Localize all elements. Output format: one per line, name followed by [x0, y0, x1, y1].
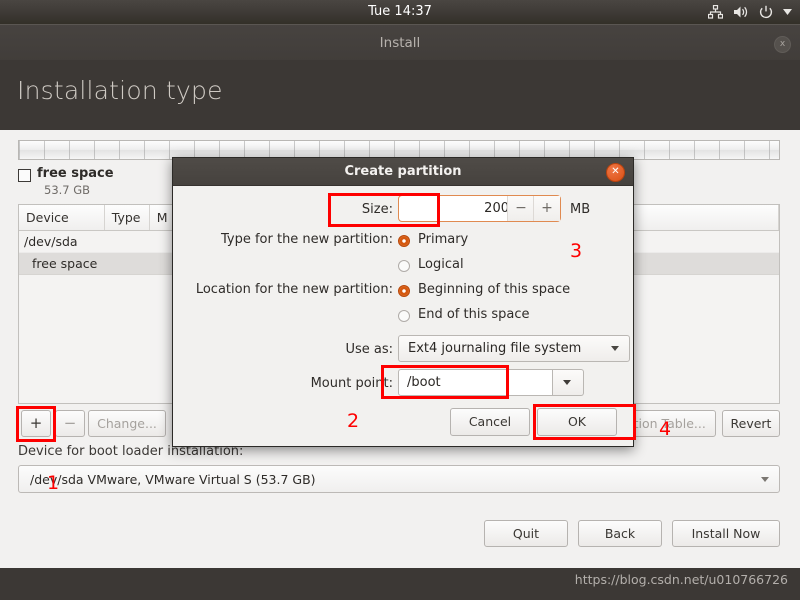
use-as-select[interactable]: Ext4 journaling file system [398, 335, 630, 362]
radio-primary-label: Primary [418, 232, 469, 247]
network-icon[interactable] [708, 5, 723, 19]
size-input[interactable]: 200 [405, 196, 509, 221]
radio-indicator [398, 235, 410, 247]
system-panel: Tue 14:37 [0, 0, 800, 24]
radio-logical-label: Logical [418, 257, 464, 272]
mount-point-input[interactable]: /boot [398, 369, 553, 396]
close-icon[interactable]: x [774, 36, 791, 53]
mount-point-value: /boot [407, 375, 441, 390]
chevron-down-icon [761, 477, 769, 482]
cancel-button[interactable]: Cancel [450, 408, 530, 436]
panel-clock[interactable]: Tue 14:37 [0, 0, 800, 24]
dialog-title: Create partition [344, 164, 462, 179]
power-icon[interactable] [759, 5, 773, 19]
mount-point-label: Mount point: [310, 376, 393, 391]
radio-indicator [398, 260, 410, 272]
size-increment-button[interactable]: + [533, 196, 560, 221]
bootloader-device-select[interactable]: /dev/sda VMware, VMware Virtual S (53.7 … [18, 465, 780, 493]
remove-partition-button[interactable]: − [55, 410, 85, 437]
dialog-titlebar[interactable]: Create partition ✕ [173, 158, 633, 186]
new-partition-table-button[interactable]: ition Table... [620, 410, 716, 437]
radio-indicator [398, 310, 410, 322]
size-decrement-button[interactable]: − [507, 196, 534, 221]
size-unit-label: MB [570, 202, 591, 217]
size-spinner[interactable]: 200 − + [398, 195, 561, 222]
column-header-type[interactable]: Type [105, 205, 150, 230]
free-space-color-swatch [18, 169, 31, 182]
create-partition-dialog: Create partition ✕ Size: 200 − + MB Type… [172, 157, 634, 447]
panel-indicators [708, 0, 792, 24]
free-space-label: free space [37, 166, 114, 181]
chevron-down-icon [563, 380, 571, 385]
column-header-device[interactable]: Device [19, 205, 105, 230]
size-label: Size: [361, 202, 393, 217]
change-partition-button[interactable]: Change... [88, 410, 166, 437]
window-titlebar[interactable]: Install x [0, 24, 800, 61]
window-title: Install [379, 35, 421, 51]
volume-icon[interactable] [733, 5, 749, 19]
partition-type-label: Type for the new partition: [220, 232, 393, 247]
radio-indicator [398, 285, 410, 297]
add-partition-button[interactable]: + [21, 410, 51, 437]
back-button[interactable]: Back [578, 520, 662, 547]
chevron-down-icon [611, 346, 619, 351]
revert-button[interactable]: Revert [722, 410, 780, 437]
ok-button[interactable]: OK [537, 408, 617, 436]
mount-point-dropdown-button[interactable] [553, 369, 584, 396]
chevron-down-icon[interactable] [783, 9, 792, 15]
page-title: Installation type [17, 76, 223, 105]
watermark-text: https://blog.csdn.net/u010766726 [574, 572, 788, 587]
quit-button[interactable]: Quit [484, 520, 568, 547]
radio-beginning-label: Beginning of this space [418, 282, 571, 297]
installer-screen: Tue 14:37 Install x Installation type fr… [0, 0, 800, 600]
close-icon[interactable]: ✕ [606, 163, 625, 182]
partition-location-label: Location for the new partition: [195, 282, 393, 297]
use-as-label: Use as: [345, 342, 393, 357]
use-as-value: Ext4 journaling file system [408, 341, 582, 356]
install-now-button[interactable]: Install Now [672, 520, 780, 547]
bootloader-device-value: /dev/sda VMware, VMware Virtual S (53.7 … [30, 472, 316, 487]
radio-end-label: End of this space [418, 307, 530, 322]
free-space-size: 53.7 GB [44, 183, 91, 197]
